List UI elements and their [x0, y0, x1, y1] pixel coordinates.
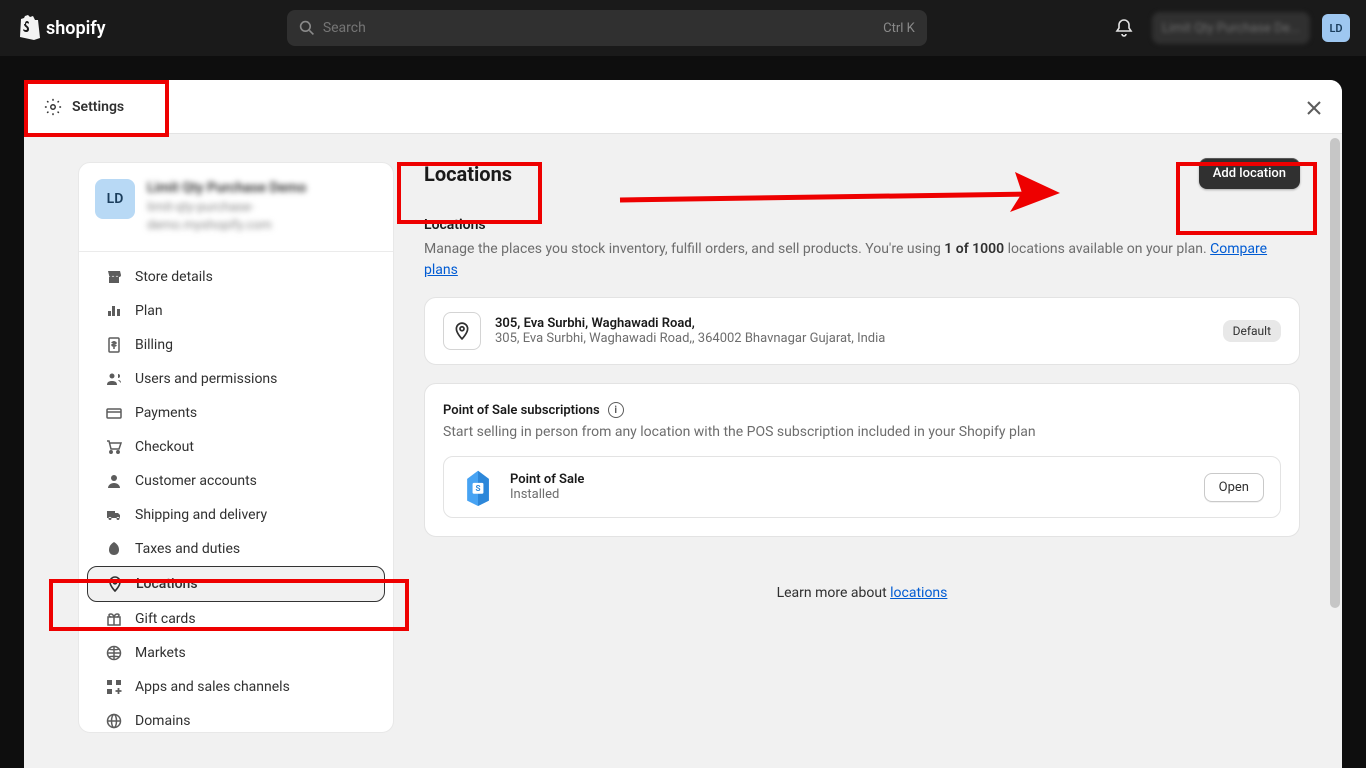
- info-icon[interactable]: i: [608, 402, 624, 418]
- markets-icon: [105, 644, 123, 662]
- users-icon: [105, 370, 123, 388]
- section-title: Locations: [424, 217, 1300, 233]
- sidebar-item-users[interactable]: Users and permissions: [87, 362, 385, 396]
- page-title: Locations: [424, 162, 512, 186]
- sidebar-item-customer-accounts[interactable]: Customer accounts: [87, 464, 385, 498]
- sidebar-item-gift-cards[interactable]: Gift cards: [87, 602, 385, 636]
- sidebar-item-plan[interactable]: Plan: [87, 294, 385, 328]
- sidebar-item-locations[interactable]: Locations: [87, 566, 385, 602]
- sidebar-item-markets[interactable]: Markets: [87, 636, 385, 670]
- settings-nav: Store details Plan Billing Users and per…: [79, 252, 393, 732]
- pos-app-status: Installed: [510, 487, 1190, 502]
- shopify-logo[interactable]: shopify: [16, 14, 106, 42]
- settings-breadcrumb: Settings: [44, 98, 124, 116]
- shipping-icon: [105, 506, 123, 524]
- modal-header: Settings: [24, 80, 1342, 134]
- domains-icon: [105, 712, 123, 730]
- search-icon: [299, 20, 315, 36]
- sidebar-item-domains[interactable]: Domains: [87, 704, 385, 732]
- apps-icon: [105, 678, 123, 696]
- topbar: shopify Ctrl K Limit Qty Purchase De... …: [0, 0, 1366, 56]
- store-block[interactable]: LD Limit Qty Purchase Demo limit-qty-pur…: [79, 163, 393, 252]
- sidebar-item-payments[interactable]: Payments: [87, 396, 385, 430]
- sidebar-item-apps[interactable]: Apps and sales channels: [87, 670, 385, 704]
- sidebar-item-billing[interactable]: Billing: [87, 328, 385, 362]
- search-shortcut: Ctrl K: [883, 21, 915, 36]
- sidebar-item-shipping[interactable]: Shipping and delivery: [87, 498, 385, 532]
- payments-icon: [105, 404, 123, 422]
- gift-icon: [105, 610, 123, 628]
- gear-icon: [44, 98, 62, 116]
- add-location-button[interactable]: Add location: [1199, 158, 1300, 189]
- close-button[interactable]: [1302, 96, 1326, 120]
- sidebar-item-store-details[interactable]: Store details: [87, 260, 385, 294]
- checkout-icon: [105, 438, 123, 456]
- brand-text: shopify: [46, 18, 106, 39]
- open-pos-button[interactable]: Open: [1204, 473, 1264, 502]
- plan-icon: [105, 302, 123, 320]
- search-box[interactable]: Ctrl K: [287, 10, 927, 46]
- learn-more: Learn more about locations: [424, 585, 1300, 641]
- location-icon: [106, 575, 124, 593]
- pos-app-icon: S: [460, 469, 496, 505]
- sidebar-item-taxes[interactable]: Taxes and duties: [87, 532, 385, 566]
- store-avatar: LD: [95, 179, 135, 219]
- taxes-icon: [105, 540, 123, 558]
- default-badge: Default: [1223, 320, 1281, 342]
- settings-sidebar: LD Limit Qty Purchase Demo limit-qty-pur…: [78, 162, 394, 733]
- pos-description: Start selling in person from any locatio…: [443, 424, 1281, 440]
- svg-text:S: S: [475, 483, 480, 493]
- notifications-icon[interactable]: [1108, 12, 1140, 44]
- location-title: 305, Eva Surbhi, Waghawadi Road,: [495, 316, 1209, 331]
- section-description: Manage the places you stock inventory, f…: [424, 239, 1300, 281]
- locations-help-link[interactable]: locations: [890, 585, 947, 601]
- store-switcher[interactable]: Limit Qty Purchase De...: [1152, 12, 1310, 44]
- user-avatar[interactable]: LD: [1322, 14, 1350, 42]
- modal-title: Settings: [72, 99, 124, 115]
- close-icon: [1307, 101, 1321, 115]
- main-content: Locations Add location Locations Manage …: [394, 134, 1342, 768]
- location-address: 305, Eva Surbhi, Waghawadi Road,, 364002…: [495, 331, 1209, 346]
- store-icon: [105, 268, 123, 286]
- sidebar-item-checkout[interactable]: Checkout: [87, 430, 385, 464]
- settings-modal: Settings LD Limit Qty Purchase Demo limi…: [24, 80, 1342, 768]
- pos-app-row: S Point of Sale Installed Open: [443, 456, 1281, 518]
- location-card[interactable]: 305, Eva Surbhi, Waghawadi Road, 305, Ev…: [424, 297, 1300, 365]
- pos-heading: Point of Sale subscriptions: [443, 403, 600, 418]
- store-info: Limit Qty Purchase Demo limit-qty-purcha…: [147, 179, 377, 235]
- search-input[interactable]: [323, 20, 875, 36]
- pos-app-name: Point of Sale: [510, 472, 1190, 487]
- location-pin-icon: [443, 312, 481, 350]
- customer-icon: [105, 472, 123, 490]
- billing-icon: [105, 336, 123, 354]
- pos-card: Point of Sale subscriptions i Start sell…: [424, 383, 1300, 537]
